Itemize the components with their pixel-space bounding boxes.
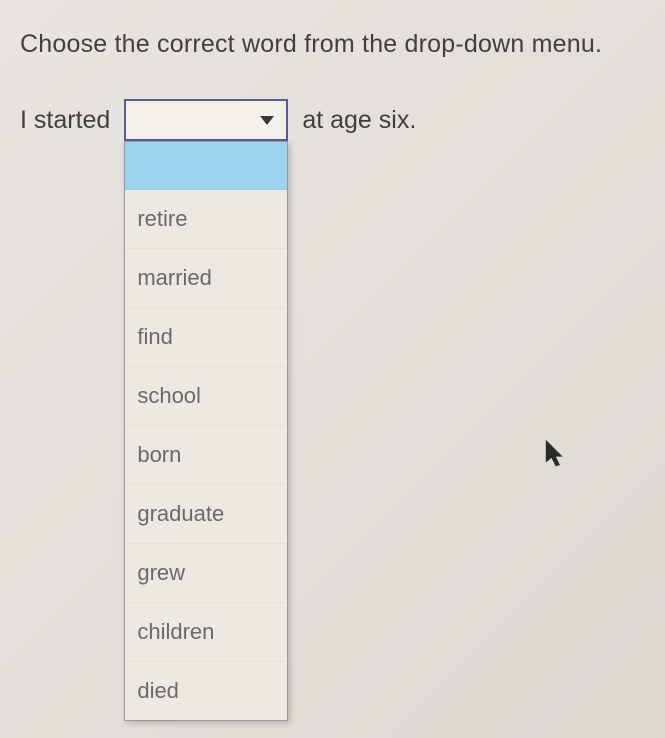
dropdown-option-born[interactable]: born	[125, 426, 287, 485]
chevron-down-icon	[260, 116, 274, 125]
dropdown-option-find[interactable]: find	[125, 308, 287, 367]
dropdown-option-grew[interactable]: grew	[125, 544, 287, 603]
dropdown-option-retire[interactable]: retire	[125, 190, 287, 249]
dropdown-wrapper: retire married find school born graduate…	[124, 99, 288, 141]
dropdown-option-children[interactable]: children	[125, 603, 287, 662]
dropdown-list: retire married find school born graduate…	[124, 141, 288, 721]
dropdown-option-married[interactable]: married	[125, 249, 287, 308]
dropdown-option-died[interactable]: died	[125, 662, 287, 720]
mouse-cursor-icon	[545, 440, 567, 475]
sentence-before: I started	[20, 106, 110, 135]
sentence-after: at age six.	[302, 106, 416, 135]
instruction-text: Choose the correct word from the drop-do…	[20, 30, 645, 59]
dropdown-option-graduate[interactable]: graduate	[125, 485, 287, 544]
dropdown-option-school[interactable]: school	[125, 367, 287, 426]
dropdown-select[interactable]	[124, 99, 288, 141]
sentence-row: I started retire married find school bor…	[20, 99, 645, 141]
dropdown-option-blank[interactable]	[125, 142, 287, 190]
